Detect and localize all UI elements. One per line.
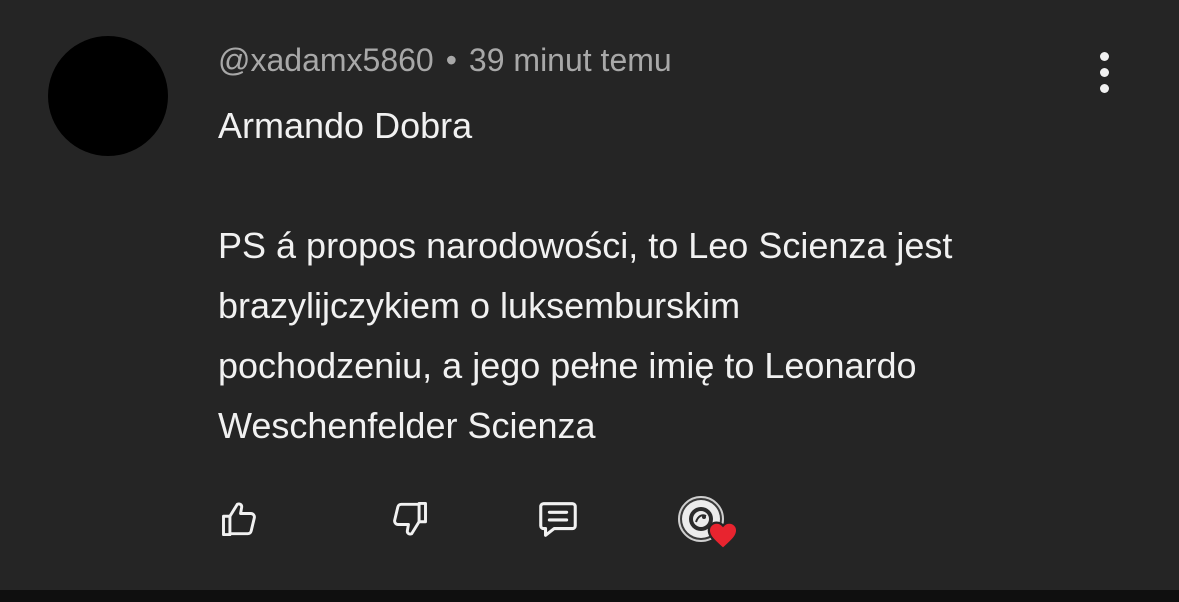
bottom-divider bbox=[0, 590, 1179, 602]
heart-icon bbox=[707, 521, 739, 550]
author-avatar[interactable] bbox=[48, 36, 168, 156]
kebab-dot bbox=[1099, 67, 1109, 77]
comment-blank-line bbox=[218, 156, 1148, 216]
author-handle[interactable]: @xadamx5860 bbox=[218, 42, 434, 78]
dislike-button[interactable] bbox=[385, 495, 433, 543]
thumbs-up-icon bbox=[222, 502, 256, 537]
creator-heart-badge[interactable] bbox=[678, 496, 742, 556]
comment-line: Weschenfelder Scienza bbox=[218, 405, 596, 446]
comment-line: brazylijczykiem o luksemburskim bbox=[218, 285, 741, 326]
comment-line: Armando Dobra bbox=[218, 105, 473, 146]
kebab-dot bbox=[1099, 51, 1109, 61]
like-button[interactable] bbox=[216, 495, 264, 543]
thumbs-down-icon bbox=[393, 501, 427, 536]
reply-button[interactable] bbox=[534, 495, 582, 543]
meta-separator: • bbox=[445, 42, 457, 78]
comment-header: @xadamx5860 • 39 minut temu bbox=[218, 40, 672, 80]
comment-line: PS á propos narodowości, to Leo Scienza … bbox=[218, 225, 953, 266]
reply-comment-icon bbox=[539, 502, 577, 537]
comment-timestamp[interactable]: 39 minut temu bbox=[469, 42, 672, 78]
more-options-button[interactable] bbox=[1082, 48, 1126, 96]
kebab-dot bbox=[1099, 83, 1109, 93]
comment-line: pochodzeniu, a jego pełne imię to Leonar… bbox=[218, 345, 917, 386]
comment-body: Armando Dobra PS á propos narodowości, t… bbox=[218, 96, 1148, 456]
